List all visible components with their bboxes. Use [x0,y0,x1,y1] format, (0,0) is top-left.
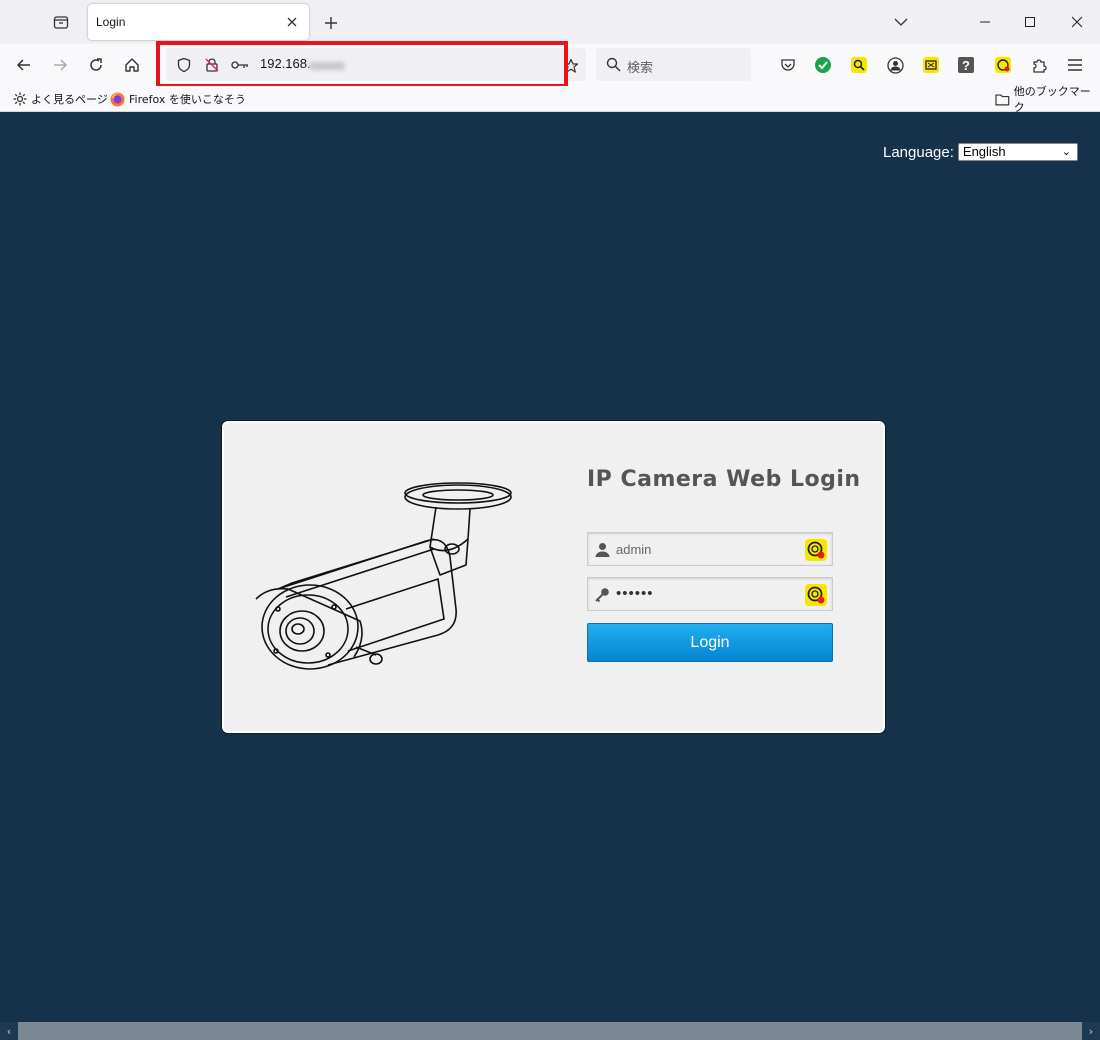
extension-translate-button[interactable] [919,53,943,77]
account-button[interactable] [883,53,907,77]
language-label: Language: [883,143,954,161]
bookmark-firefox-tips-label: Firefox を使いこなそう [129,93,246,106]
green-check-icon [815,57,831,73]
svg-text:?: ? [962,58,970,73]
scroll-left-icon[interactable]: ‹ [0,1022,18,1040]
bookmark-other-folder[interactable]: 他のブックマーク [995,85,1100,114]
bookmark-most-visited-label: よく見るページ [31,93,108,106]
pocket-button[interactable] [776,53,800,77]
autofill-extension-icon[interactable] [804,583,828,607]
folder-icon [995,94,1010,105]
ip-camera-illustration [255,482,512,670]
question-icon: ? [958,57,974,73]
forward-button[interactable] [46,51,74,79]
bookmarks-toolbar: よく見るページ Firefox を使いこなそう 他のブックマーク [0,85,1100,114]
yellow-magnifier-icon [851,57,867,73]
extensions-button[interactable] [1027,53,1051,77]
password-mask: •••••• [616,585,654,602]
search-placeholder: 検索 [627,61,654,76]
puzzle-icon [1032,58,1047,73]
username-field[interactable]: admin [587,532,833,566]
minimize-button[interactable] [966,6,1004,38]
key-icon [594,586,610,602]
minimize-icon [980,21,990,23]
tab-close-button[interactable] [283,13,301,31]
tab-bar: Login [0,0,1100,44]
account-icon [886,56,904,74]
reload-icon [90,58,102,71]
home-icon [125,58,139,72]
language-selected-value: English [962,144,1006,159]
extension-magnifier-button[interactable] [847,53,871,77]
hamburger-menu-icon [1068,59,1082,71]
autofill-extension-icon[interactable] [804,538,828,562]
extension-help-button[interactable]: ? [954,53,978,77]
search-icon [606,57,621,72]
back-button[interactable] [10,51,38,79]
tab-title: Login [96,15,126,29]
login-panel: IP Camera Web Login admin •••••• Login [222,421,885,733]
close-icon [287,17,297,27]
language-select[interactable]: English ⌄ [957,143,1078,161]
extension-check-button[interactable] [811,53,835,77]
horizontal-scrollbar[interactable]: ‹ › [0,1022,1100,1040]
language-selector: Language: English ⌄ [883,143,1078,161]
tab-login[interactable]: Login [88,4,309,40]
page-content: Language: English ⌄ IP Camera Web Login … [0,113,1100,1022]
arrow-left-icon [16,59,30,71]
plus-icon [325,17,337,29]
yellow-speech-icon [995,57,1011,73]
firefox-logo-icon [110,92,125,106]
maximize-button[interactable] [1011,6,1049,38]
login-title: IP Camera Web Login [587,467,861,492]
search-bar[interactable]: 検索 [596,48,751,81]
tab-list-button[interactable] [46,8,76,36]
list-all-tabs-button[interactable] [882,6,920,38]
tab-list-icon [53,16,69,29]
pocket-icon [781,59,795,71]
password-field[interactable]: •••••• [587,577,833,611]
home-button[interactable] [118,51,146,79]
login-button[interactable]: Login [587,623,833,662]
user-icon [594,541,610,557]
chevron-down-icon: ⌄ [1061,146,1071,158]
address-highlight-annotation [156,41,568,88]
close-icon [1071,16,1083,28]
gear-icon [13,92,27,106]
reload-button[interactable] [82,51,110,79]
bookmark-most-visited[interactable]: よく見るページ [13,89,108,109]
bookmark-other-label: 他のブックマーク [1013,85,1091,114]
yellow-translate-icon [923,57,939,73]
maximize-icon [1025,17,1035,27]
chevron-down-icon [894,18,908,26]
new-tab-button[interactable] [318,10,344,36]
scroll-right-icon[interactable]: › [1082,1022,1100,1040]
bookmark-firefox-tips[interactable]: Firefox を使いこなそう [110,89,246,109]
app-menu-button[interactable] [1063,53,1087,77]
username-value: admin [616,542,652,557]
window-close-button[interactable] [1058,6,1096,38]
arrow-right-icon [54,59,68,71]
extension-speech-button[interactable] [991,53,1015,77]
